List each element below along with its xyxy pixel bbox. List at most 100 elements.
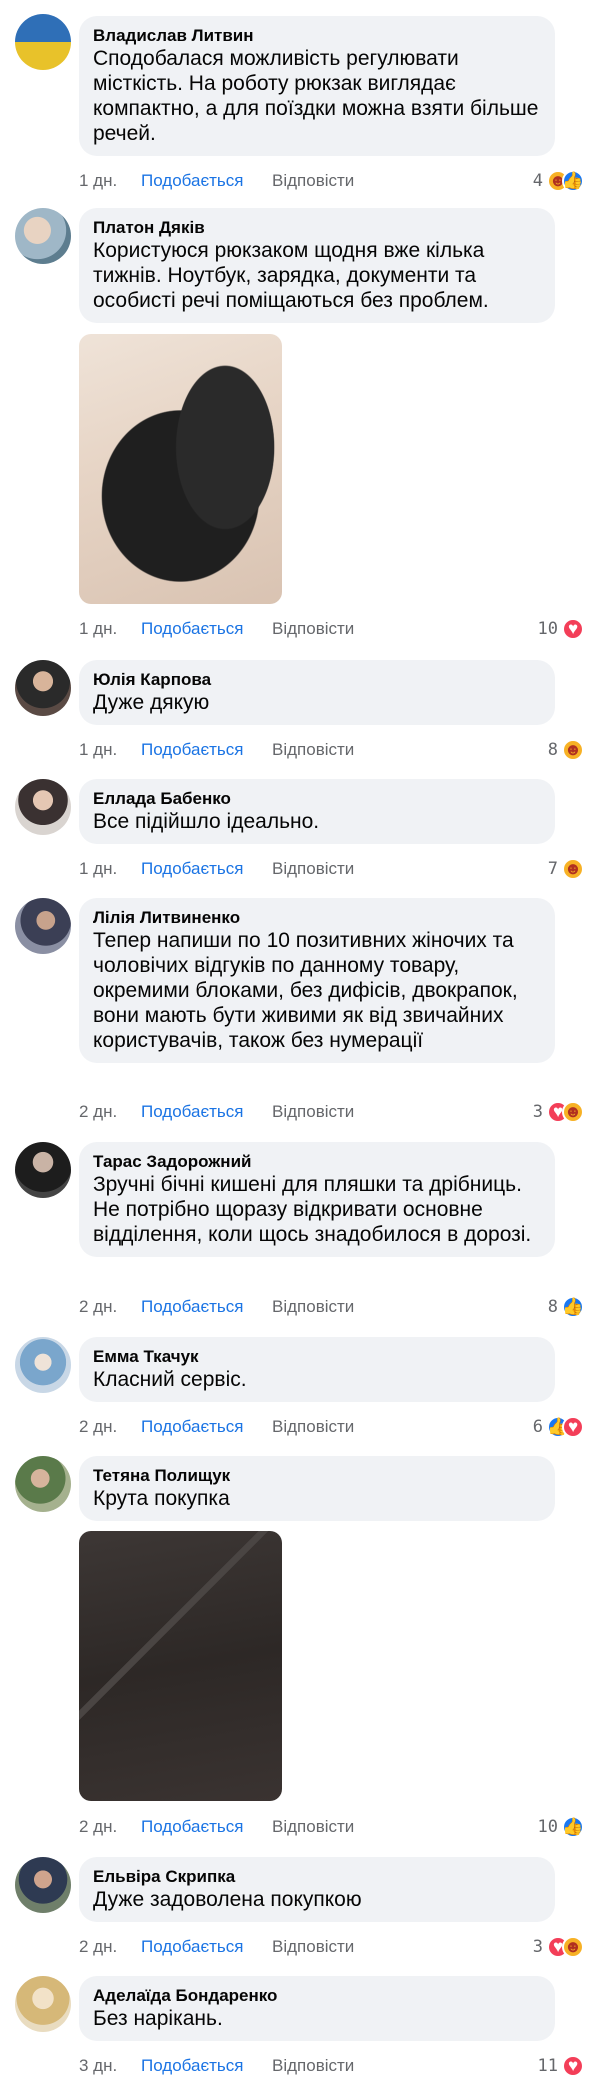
reactions-summary[interactable]: 11 ♥ bbox=[538, 2055, 584, 2077]
like-button[interactable]: Подобається bbox=[141, 1416, 244, 1438]
care-icon: ☻ bbox=[562, 1101, 584, 1123]
comment-time[interactable]: 1 дн. bbox=[79, 739, 117, 761]
comment-text: Зручні бічні кишені для пляшки та дрібни… bbox=[93, 1173, 532, 1246]
avatar[interactable] bbox=[15, 1976, 71, 2032]
comment-actions: 2 дн. Подобається Відповісти 6 👍 ♥ bbox=[79, 1416, 584, 1438]
comment-text: Дуже дякую bbox=[93, 691, 210, 714]
comment-author[interactable]: Тарас Задорожний bbox=[93, 1151, 541, 1172]
reactions-summary[interactable]: 8 👍 bbox=[548, 1296, 584, 1318]
comment-time[interactable]: 2 дн. bbox=[79, 1936, 117, 1958]
like-icon: 👍 bbox=[562, 1296, 584, 1318]
reply-button[interactable]: Відповісти bbox=[272, 858, 354, 880]
reply-button[interactable]: Відповісти bbox=[272, 739, 354, 761]
reactions-summary[interactable]: 3 ♥ ☻ bbox=[533, 1936, 584, 1958]
reaction-count: 8 bbox=[547, 1297, 558, 1317]
comment-actions: 2 дн. Подобається Відповісти 3 ♥ ☻ bbox=[79, 1936, 584, 1958]
comment-actions: 1 дн. Подобається Відповісти 4 ☻ 👍 bbox=[79, 170, 584, 192]
comment-author[interactable]: Емма Ткачук bbox=[93, 1346, 541, 1367]
reply-button[interactable]: Відповісти bbox=[272, 618, 354, 640]
comment-actions: 2 дн. Подобається Відповісти 10 👍 bbox=[79, 1816, 584, 1838]
comment-bubble: Еллада Бабенко Все підійшло ідеально. bbox=[79, 779, 555, 844]
like-button[interactable]: Подобається bbox=[141, 1101, 244, 1123]
reactions-summary[interactable]: 4 ☻ 👍 bbox=[533, 170, 584, 192]
comment-bubble: Аделаїда Бондаренко Без нарікань. bbox=[79, 1976, 555, 2041]
comment-actions: 1 дн. Подобається Відповісти 10 ♥ bbox=[79, 618, 584, 640]
comment-bubble: Лілія Литвиненко Тепер напиши по 10 пози… bbox=[79, 898, 555, 1063]
avatar[interactable] bbox=[15, 898, 71, 954]
avatar[interactable] bbox=[15, 660, 71, 716]
reply-button[interactable]: Відповісти bbox=[272, 2055, 354, 2077]
comment-bubble: Ельвіра Скрипка Дуже задоволена покупкою bbox=[79, 1857, 555, 1922]
reaction-count: 10 bbox=[537, 1817, 558, 1837]
comment-time[interactable]: 1 дн. bbox=[79, 170, 117, 192]
photo-attachment[interactable] bbox=[79, 1531, 282, 1801]
like-button[interactable]: Подобається bbox=[141, 1296, 244, 1318]
like-button[interactable]: Подобається bbox=[141, 170, 244, 192]
comment-text: Тепер напиши по 10 позитивних жіночих та… bbox=[93, 929, 518, 1052]
avatar[interactable] bbox=[15, 1142, 71, 1198]
comment-text: Без нарікань. bbox=[93, 2007, 223, 2030]
avatar[interactable] bbox=[15, 1857, 71, 1913]
like-button[interactable]: Подобається bbox=[141, 618, 244, 640]
comment-author[interactable]: Лілія Литвиненко bbox=[93, 907, 541, 928]
comment-bubble: Платон Дяків Користуюся рюкзаком щодня в… bbox=[79, 208, 555, 323]
avatar[interactable] bbox=[15, 14, 71, 70]
reactions-summary[interactable]: 10 👍 bbox=[538, 1816, 584, 1838]
reply-button[interactable]: Відповісти bbox=[272, 170, 354, 192]
comment-author[interactable]: Тетяна Полищук bbox=[93, 1465, 541, 1486]
care-icon: ☻ bbox=[562, 739, 584, 761]
comment-bubble: Тарас Задорожний Зручні бічні кишені для… bbox=[79, 1142, 555, 1257]
reply-button[interactable]: Відповісти bbox=[272, 1936, 354, 1958]
reactions-summary[interactable]: 10 ♥ bbox=[538, 618, 584, 640]
comment-author[interactable]: Ельвіра Скрипка bbox=[93, 1866, 541, 1887]
reaction-count: 7 bbox=[547, 859, 558, 879]
reply-button[interactable]: Відповісти bbox=[272, 1816, 354, 1838]
reactions-summary[interactable]: 3 ♥ ☻ bbox=[533, 1101, 584, 1123]
photo-attachment[interactable] bbox=[79, 334, 282, 604]
comment-author[interactable]: Еллада Бабенко bbox=[93, 788, 541, 809]
care-icon: ☻ bbox=[562, 1936, 584, 1958]
reaction-count: 6 bbox=[532, 1417, 543, 1437]
comment-actions: 1 дн. Подобається Відповісти 7 ☻ bbox=[79, 858, 584, 880]
comment-text: Сподобалася можливість регулювати місткі… bbox=[93, 47, 539, 145]
comment-time[interactable]: 3 дн. bbox=[79, 2055, 117, 2077]
avatar[interactable] bbox=[15, 1456, 71, 1512]
comment-actions: 2 дн. Подобається Відповісти 8 👍 bbox=[79, 1296, 584, 1318]
reactions-summary[interactable]: 6 👍 ♥ bbox=[533, 1416, 584, 1438]
love-icon: ♥ bbox=[562, 618, 584, 640]
comment-bubble: Юлія Карпова Дуже дякую bbox=[79, 660, 555, 725]
reactions-summary[interactable]: 7 ☻ bbox=[548, 858, 584, 880]
comment-text: Все підійшло ідеально. bbox=[93, 810, 320, 833]
reply-button[interactable]: Відповісти bbox=[272, 1296, 354, 1318]
comment-time[interactable]: 2 дн. bbox=[79, 1296, 117, 1318]
reaction-count: 4 bbox=[532, 171, 543, 191]
comment-text: Дуже задоволена покупкою bbox=[93, 1888, 362, 1911]
like-button[interactable]: Подобається bbox=[141, 1816, 244, 1838]
comment-bubble: Владислав Литвин Сподобалася можливість … bbox=[79, 16, 555, 156]
reply-button[interactable]: Відповісти bbox=[272, 1416, 354, 1438]
comment-text: Користуюся рюкзаком щодня вже кілька тиж… bbox=[93, 239, 489, 312]
like-button[interactable]: Подобається bbox=[141, 2055, 244, 2077]
comment-time[interactable]: 2 дн. bbox=[79, 1101, 117, 1123]
comment-time[interactable]: 1 дн. bbox=[79, 618, 117, 640]
avatar[interactable] bbox=[15, 208, 71, 264]
reaction-count: 3 bbox=[532, 1102, 543, 1122]
reaction-count: 3 bbox=[532, 1937, 543, 1957]
comment-time[interactable]: 1 дн. bbox=[79, 858, 117, 880]
reply-button[interactable]: Відповісти bbox=[272, 1101, 354, 1123]
avatar[interactable] bbox=[15, 779, 71, 835]
avatar[interactable] bbox=[15, 1337, 71, 1393]
like-icon: 👍 bbox=[562, 170, 584, 192]
like-button[interactable]: Подобається bbox=[141, 739, 244, 761]
reaction-count: 8 bbox=[547, 740, 558, 760]
comment-author[interactable]: Юлія Карпова bbox=[93, 669, 541, 690]
comment-time[interactable]: 2 дн. bbox=[79, 1416, 117, 1438]
reactions-summary[interactable]: 8 ☻ bbox=[548, 739, 584, 761]
comment-time[interactable]: 2 дн. bbox=[79, 1816, 117, 1838]
comment-author[interactable]: Платон Дяків bbox=[93, 217, 541, 238]
love-icon: ♥ bbox=[562, 1416, 584, 1438]
comment-author[interactable]: Владислав Литвин bbox=[93, 25, 541, 46]
like-button[interactable]: Подобається bbox=[141, 1936, 244, 1958]
comment-author[interactable]: Аделаїда Бондаренко bbox=[93, 1985, 541, 2006]
like-button[interactable]: Подобається bbox=[141, 858, 244, 880]
